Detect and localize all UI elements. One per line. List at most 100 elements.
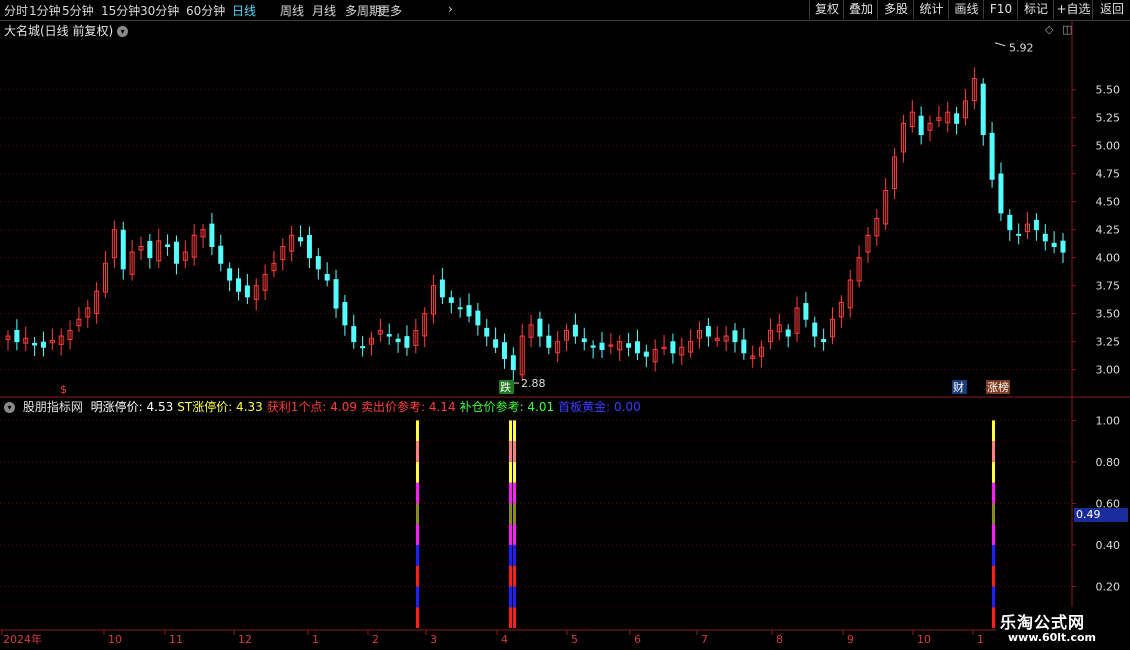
candle-body bbox=[236, 278, 242, 292]
zhangbang-badge: 涨榜 bbox=[987, 380, 1009, 394]
candle-body bbox=[14, 329, 20, 343]
candle-body bbox=[493, 339, 499, 348]
y-tick-label: 4.50 bbox=[1096, 196, 1121, 209]
signal-bar bbox=[992, 524, 995, 545]
date-label: 10 bbox=[108, 633, 122, 646]
candle-body bbox=[670, 341, 676, 354]
candle-body bbox=[173, 241, 179, 264]
candle-body bbox=[989, 132, 995, 180]
signal-bar bbox=[509, 524, 512, 545]
candle-body bbox=[165, 244, 171, 247]
candle-body bbox=[1033, 219, 1039, 231]
ind-y-tick-label: 0.40 bbox=[1096, 539, 1121, 552]
signal-bar bbox=[509, 544, 512, 566]
indicator-field-1: ST涨停价: 4.33 bbox=[177, 400, 263, 414]
candle-body bbox=[404, 336, 410, 348]
signal-bar bbox=[513, 420, 516, 442]
candle-body bbox=[315, 256, 321, 270]
candle-body bbox=[732, 330, 738, 343]
indicator-field-4: 补仓价参考: 4.01 bbox=[459, 400, 555, 414]
candle-body bbox=[1042, 233, 1048, 242]
candle-body bbox=[954, 113, 960, 124]
candle-body bbox=[918, 115, 924, 136]
candle-body bbox=[395, 338, 401, 343]
candle-body bbox=[324, 273, 330, 281]
candle-body bbox=[785, 329, 791, 337]
signal-bar bbox=[513, 607, 516, 628]
cai-badge: 财 bbox=[953, 380, 964, 394]
y-tick-label: 4.25 bbox=[1096, 224, 1121, 237]
y-tick-label: 3.75 bbox=[1096, 280, 1121, 293]
candle-body bbox=[634, 341, 640, 354]
candle-body bbox=[333, 279, 339, 309]
candle-body bbox=[147, 241, 153, 259]
signal-bar bbox=[509, 461, 512, 483]
candle-body bbox=[448, 297, 454, 303]
candle-body bbox=[821, 339, 827, 343]
dollar-badge: $ bbox=[60, 383, 67, 396]
candle-body bbox=[298, 237, 304, 242]
indicator-field-2: 获利1个点: 4.09 bbox=[266, 400, 357, 414]
candle-body bbox=[501, 342, 507, 359]
candle-body bbox=[980, 83, 986, 136]
signal-bar bbox=[416, 586, 419, 608]
candle-body bbox=[351, 326, 357, 343]
signal-bar bbox=[416, 565, 419, 587]
candle-body bbox=[386, 334, 392, 337]
candle-body bbox=[475, 310, 481, 326]
y-tick-label: 3.00 bbox=[1096, 364, 1121, 377]
candle-body bbox=[599, 342, 605, 350]
low-label: 2.88 bbox=[521, 377, 546, 390]
signal-bar bbox=[513, 461, 516, 483]
candle-body bbox=[643, 351, 649, 357]
date-label: 6 bbox=[634, 633, 641, 646]
y-tick-label: 4.00 bbox=[1096, 252, 1121, 265]
date-label: 10 bbox=[917, 633, 931, 646]
candle-body bbox=[40, 341, 46, 348]
candle-body bbox=[705, 325, 711, 337]
signal-bar bbox=[509, 586, 512, 608]
watermark-url: www.60lt.com bbox=[1008, 631, 1097, 644]
candle-body bbox=[998, 173, 1004, 214]
signal-bar bbox=[509, 565, 512, 587]
candle-body bbox=[572, 324, 578, 337]
date-label: 7 bbox=[701, 633, 708, 646]
indicator-field-3: 卖出价参考: 4.14 bbox=[361, 400, 456, 414]
signal-bar bbox=[513, 503, 516, 525]
signal-bar bbox=[416, 461, 419, 483]
candle-body bbox=[457, 307, 463, 310]
chevron-down-icon[interactable]: ▾ bbox=[4, 402, 15, 413]
date-label: 2 bbox=[372, 633, 379, 646]
signal-bar bbox=[513, 565, 516, 587]
y-tick-label: 5.50 bbox=[1096, 84, 1121, 97]
signal-bar bbox=[509, 482, 512, 504]
y-tick-label: 5.25 bbox=[1096, 112, 1121, 125]
date-label: 11 bbox=[169, 633, 183, 646]
date-label: 9 bbox=[847, 633, 854, 646]
signal-bar bbox=[513, 482, 516, 504]
watermark-title: 乐淘公式网 bbox=[1000, 613, 1086, 632]
signal-bar bbox=[416, 503, 419, 525]
signal-bar bbox=[509, 503, 512, 525]
price-chart[interactable]: 5.50 5.25 5.00 4.75 4.50 4.25 4.00 3.75 3.50 3.25… bbox=[0, 0, 1130, 650]
signal-bar bbox=[416, 524, 419, 545]
candle-body bbox=[812, 322, 818, 337]
current-value-marker: 0.49 bbox=[1074, 508, 1128, 522]
date-label: 8 bbox=[776, 633, 783, 646]
indicator-field-0: 明涨停价: 4.53 bbox=[90, 400, 174, 414]
drop-badge: 跌 bbox=[500, 380, 511, 394]
ind-y-tick-label: 1.00 bbox=[1096, 414, 1121, 427]
candle-body bbox=[590, 345, 596, 348]
signal-bar bbox=[992, 607, 995, 628]
candle-body bbox=[218, 245, 224, 264]
candle-body bbox=[1051, 242, 1057, 247]
y-tick-label: 5.00 bbox=[1096, 140, 1121, 153]
y-tick-label: 3.25 bbox=[1096, 336, 1121, 349]
watermark: 乐淘公式网 www.60lt.com bbox=[996, 607, 1130, 650]
candle-body bbox=[1016, 233, 1022, 236]
candle-body bbox=[306, 235, 312, 259]
signal-bar bbox=[992, 565, 995, 587]
y-tick-label: 4.75 bbox=[1096, 168, 1121, 181]
signal-bar bbox=[509, 420, 512, 442]
indicator-field-5: 首板黄金: 0.00 bbox=[558, 400, 641, 414]
